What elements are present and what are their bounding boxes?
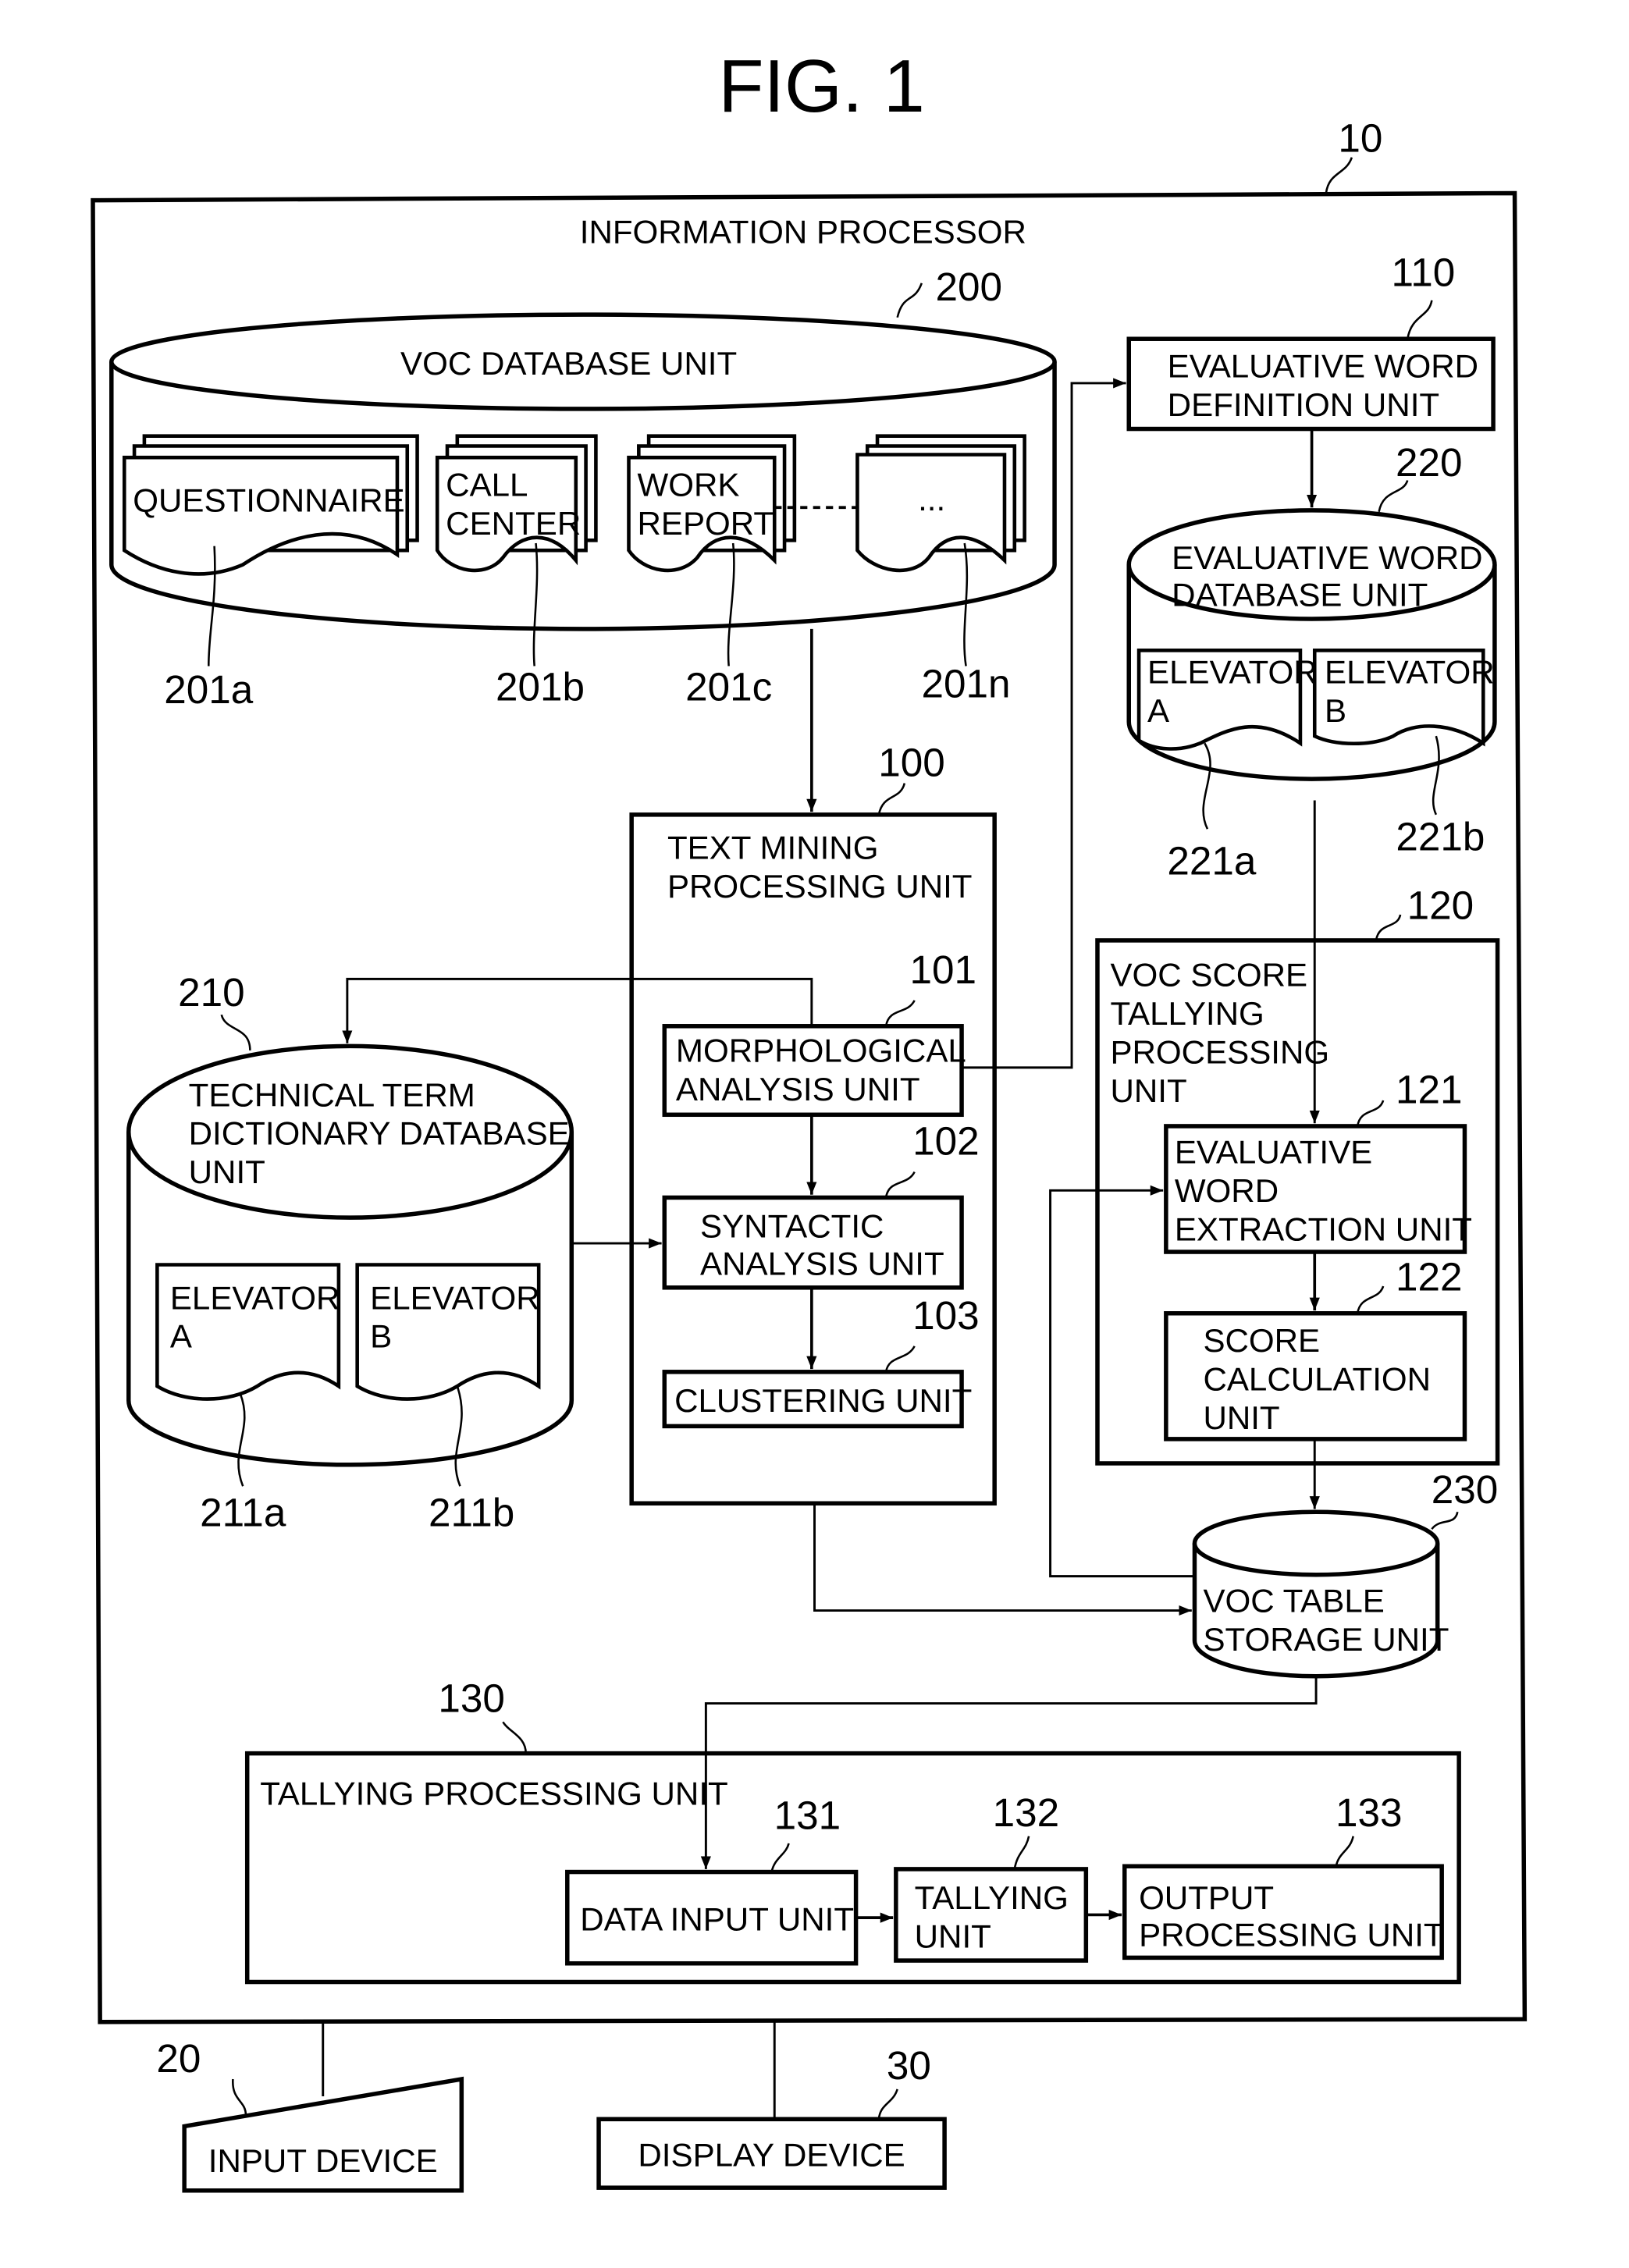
score-calc-line2: CALCULATION (1203, 1361, 1431, 1398)
document-work-report: WORK REPORT (627, 434, 797, 573)
document-work-report-line1: WORK (637, 467, 739, 503)
voc-score-line2: TALLYING (1110, 995, 1264, 1032)
ref-221b: 221b (1396, 815, 1485, 859)
document-call-center: CALL CENTER (435, 434, 598, 573)
ref-101: 101 (910, 947, 977, 992)
ref-201a: 201a (164, 667, 254, 712)
evaluative-db-doc-a-line2: A (1147, 692, 1169, 729)
voc-score-tallying-processing-unit: VOC SCORE TALLYING PROCESSING UNIT 120 E… (1095, 883, 1500, 1466)
text-mining-line2: PROCESSING UNIT (667, 868, 973, 905)
figure-title: FIG. 1 (718, 45, 924, 128)
ref-201b: 201b (496, 664, 585, 709)
document-work-report-line2: REPORT (637, 505, 774, 542)
output-processing-line1: OUTPUT (1139, 1879, 1274, 1916)
document-questionnaire-label: QUESTIONNAIRE (133, 482, 404, 519)
tallying-unit-line1: TALLYING (915, 1879, 1069, 1916)
ref-220: 220 (1396, 440, 1463, 485)
tech-db-doc-a-line2: A (170, 1318, 192, 1355)
document-call-center-line1: CALL (446, 467, 528, 503)
ref-120: 120 (1407, 883, 1474, 927)
voc-score-line3: PROCESSING (1110, 1033, 1329, 1070)
information-processor-label: INFORMATION PROCESSOR (580, 214, 1026, 251)
morphological-line1: MORPHOLOGICAL (676, 1033, 966, 1069)
morphological-line2: ANALYSIS UNIT (676, 1071, 920, 1107)
block-diagram: FIG. 1 INFORMATION PROCESSOR 10 VOC DATA… (91, 45, 1528, 2193)
evaluative-db-doc-b-line1: ELEVATOR (1325, 653, 1495, 690)
ref-211b: 211b (429, 1491, 514, 1535)
tech-db-doc-b-line2: B (370, 1318, 392, 1355)
score-calc-line3: UNIT (1203, 1399, 1279, 1436)
data-input-label: DATA INPUT UNIT (580, 1901, 854, 1938)
ref-100: 100 (878, 740, 945, 784)
ref-200: 200 (935, 265, 1002, 309)
ref-132: 132 (993, 1790, 1060, 1835)
clustering-label: CLUSTERING UNIT (674, 1382, 972, 1419)
evaluative-word-definition-line2: DEFINITION UNIT (1168, 386, 1439, 423)
document-more: ... (855, 434, 1026, 573)
ref-133: 133 (1336, 1790, 1403, 1835)
ref-130: 130 (438, 1676, 505, 1721)
voc-score-line1: VOC SCORE (1110, 957, 1307, 994)
technical-term-line3: UNIT (189, 1154, 265, 1190)
ref-221a: 221a (1167, 839, 1257, 883)
technical-term-line2: DICTIONARY DATABASE (189, 1115, 570, 1152)
ref-201n: 201n (922, 662, 1011, 706)
document-more-label: ... (918, 481, 945, 517)
text-mining-line1: TEXT MINING (667, 830, 879, 866)
ref-30: 30 (887, 2043, 931, 2088)
evaluative-word-database-line2: DATABASE UNIT (1172, 577, 1428, 613)
syntactic-line1: SYNTACTIC (700, 1208, 884, 1245)
document-call-center-line2: CENTER (446, 505, 581, 542)
ref-103: 103 (912, 1293, 980, 1338)
output-processing-line2: PROCESSING UNIT (1139, 1917, 1444, 1953)
display-device: DISPLAY DEVICE 30 (596, 2043, 947, 2190)
evaluative-db-doc-a-line1: ELEVATOR (1147, 653, 1318, 690)
ref-131: 131 (774, 1793, 841, 1838)
ref-122: 122 (1396, 1254, 1463, 1299)
voc-table-line1: VOC TABLE (1203, 1582, 1384, 1619)
ref-10: 10 (1338, 116, 1382, 160)
input-device-label: INPUT DEVICE (208, 2142, 438, 2179)
ref-230: 230 (1432, 1467, 1499, 1512)
input-device: INPUT DEVICE 20 (156, 2036, 464, 2193)
ref-211a: 211a (200, 1491, 286, 1535)
evaluative-word-database-line1: EVALUATIVE WORD (1172, 539, 1482, 576)
tallying-processing-label: TALLYING PROCESSING UNIT (260, 1776, 728, 1812)
ref-110: 110 (1392, 250, 1456, 294)
extraction-line2: WORD (1175, 1172, 1279, 1209)
evaluative-word-definition-line1: EVALUATIVE WORD (1168, 348, 1478, 385)
score-calc-line1: SCORE (1203, 1322, 1320, 1359)
tallying-unit-line2: UNIT (915, 1918, 991, 1955)
ref-102: 102 (912, 1119, 980, 1164)
display-device-label: DISPLAY DEVICE (638, 2137, 905, 2174)
ref-201c: 201c (685, 664, 772, 709)
tech-db-doc-b-line1: ELEVATOR (370, 1279, 540, 1316)
ref-121: 121 (1396, 1068, 1463, 1112)
tech-db-doc-a-line1: ELEVATOR (170, 1279, 340, 1316)
voc-database-label: VOC DATABASE UNIT (400, 345, 737, 382)
ref-20: 20 (156, 2036, 201, 2081)
ref-210: 210 (178, 970, 245, 1015)
syntactic-line2: ANALYSIS UNIT (700, 1245, 944, 1282)
extraction-line3: EXTRACTION UNIT (1175, 1210, 1472, 1247)
extraction-line1: EVALUATIVE (1175, 1134, 1372, 1171)
evaluative-db-doc-b-line2: B (1325, 692, 1346, 729)
technical-term-line1: TECHNICAL TERM (189, 1076, 475, 1113)
voc-table-line2: STORAGE UNIT (1203, 1621, 1449, 1658)
voc-score-line4: UNIT (1110, 1072, 1186, 1109)
